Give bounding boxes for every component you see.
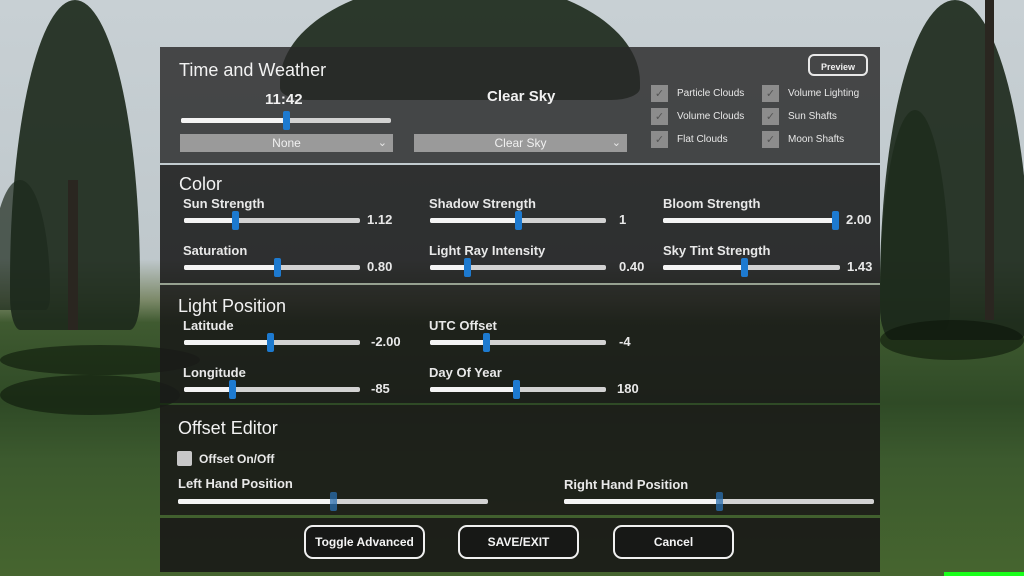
offset-toggle-checkbox[interactable]: Offset On/Off: [177, 451, 274, 466]
slider-value: 1: [619, 212, 627, 227]
section-title: Time and Weather: [179, 60, 327, 80]
dropdown-value: Clear Sky: [494, 136, 547, 150]
section-title: Light Position: [178, 296, 287, 316]
checkbox-label: Sun Shafts: [788, 111, 837, 122]
slider-value: 2.00: [846, 212, 872, 227]
slider-value: 1.12: [367, 212, 393, 227]
checkbox-volume-lighting[interactable]: ✓ Volume Lighting: [762, 85, 859, 102]
bloom-strength-slider[interactable]: [663, 211, 839, 230]
checkbox-label: Particle Clouds: [677, 88, 745, 99]
slider-value: 0.80: [367, 259, 393, 274]
shadow-strength-slider[interactable]: [430, 211, 606, 230]
slider-label: Right Hand Position: [564, 477, 689, 492]
save-exit-button[interactable]: SAVE/EXIT: [458, 525, 579, 559]
slider-label: Sky Tint Strength: [663, 243, 771, 258]
slider-thumb[interactable]: [831, 211, 839, 230]
day-of-year-slider[interactable]: [430, 380, 606, 399]
check-icon[interactable]: ✓: [651, 85, 668, 102]
slider-thumb[interactable]: [232, 211, 240, 230]
check-icon[interactable]: ✓: [762, 108, 779, 125]
section-title: Color: [179, 174, 223, 194]
weather-dropdown[interactable]: Clear Sky ⌄: [414, 134, 627, 152]
checkbox-label: Volume Clouds: [677, 111, 745, 122]
slider-value: -85: [371, 381, 390, 396]
slider-label: Longitude: [183, 365, 246, 380]
checkbox-flat-clouds[interactable]: ✓ Flat Clouds: [651, 131, 728, 148]
slider-thumb[interactable]: [716, 492, 723, 511]
checkbox-moon-shafts[interactable]: ✓ Moon Shafts: [762, 131, 844, 148]
light-position-section: Light Position Latitude -2.00 UTC Offset…: [160, 285, 880, 403]
check-icon[interactable]: ✓: [651, 108, 668, 125]
time-preset-dropdown[interactable]: None ⌄: [180, 134, 393, 152]
cancel-button[interactable]: Cancel: [613, 525, 734, 559]
saturation-slider[interactable]: [184, 258, 360, 277]
check-icon[interactable]: ✓: [762, 85, 779, 102]
utc-offset-slider[interactable]: [430, 333, 606, 352]
time-slider[interactable]: [181, 111, 391, 130]
slider-value: 180: [617, 381, 639, 396]
checkbox-sun-shafts[interactable]: ✓ Sun Shafts: [762, 108, 837, 125]
sun-strength-slider[interactable]: [184, 211, 360, 230]
slider-label: Latitude: [183, 318, 234, 333]
slider-thumb[interactable]: [267, 333, 275, 352]
checkbox-volume-clouds[interactable]: ✓ Volume Clouds: [651, 108, 744, 125]
dropdown-value: None: [272, 136, 301, 150]
tree-shadow: [0, 375, 180, 415]
check-icon[interactable]: ✓: [762, 131, 779, 148]
tree-trunk: [985, 0, 994, 320]
check-icon[interactable]: ✓: [651, 131, 668, 148]
longitude-slider[interactable]: [184, 380, 360, 399]
slider-value: -4: [619, 334, 631, 349]
settings-panel: Time and Weather 11:42 None ⌄ Clear Sky …: [160, 47, 880, 572]
right-hand-position-slider[interactable]: [564, 492, 874, 511]
offset-editor-section: Offset Editor Offset On/Off Left Hand Po…: [160, 405, 880, 515]
footer-bar: Toggle Advanced SAVE/EXIT Cancel: [160, 518, 880, 572]
slider-value: 1.43: [847, 259, 873, 274]
sky-tint-strength-slider[interactable]: [663, 258, 840, 277]
weather-label: Clear Sky: [487, 88, 556, 105]
light-ray-intensity-slider[interactable]: [430, 258, 606, 277]
checkbox-label: Volume Lighting: [788, 88, 860, 99]
preview-button[interactable]: Preview: [808, 54, 868, 76]
slider-thumb[interactable]: [513, 380, 521, 399]
slider-value: 0.40: [619, 259, 645, 274]
slider-thumb[interactable]: [283, 111, 290, 130]
slider-thumb[interactable]: [228, 380, 236, 399]
slider-thumb[interactable]: [274, 258, 282, 277]
latitude-slider[interactable]: [184, 333, 360, 352]
tree-shadow: [880, 320, 1024, 360]
checkbox-label: Offset On/Off: [199, 451, 275, 466]
slider-label: Bloom Strength: [663, 196, 761, 211]
tree-trunk: [68, 180, 78, 330]
slider-label: Day Of Year: [429, 365, 502, 380]
checkbox-particle-clouds[interactable]: ✓ Particle Clouds: [651, 85, 744, 102]
color-section: Color Sun Strength 1.12 Shadow Strength …: [160, 165, 880, 283]
left-hand-position-slider[interactable]: [178, 492, 488, 511]
slider-label: Light Ray Intensity: [429, 243, 546, 258]
time-weather-section: Time and Weather 11:42 None ⌄ Clear Sky …: [160, 47, 880, 163]
slider-label: Shadow Strength: [429, 196, 536, 211]
slider-thumb[interactable]: [483, 333, 491, 352]
slider-label: Saturation: [183, 243, 248, 258]
slider-thumb[interactable]: [741, 258, 749, 277]
status-indicator-bar: [944, 572, 1024, 576]
time-value: 11:42: [265, 91, 303, 108]
chevron-down-icon: ⌄: [377, 137, 387, 149]
slider-label: Sun Strength: [183, 196, 265, 211]
slider-label: Left Hand Position: [178, 476, 293, 491]
slider-thumb[interactable]: [330, 492, 337, 511]
toggle-advanced-button[interactable]: Toggle Advanced: [304, 525, 425, 559]
checkbox-label: Flat Clouds: [677, 134, 728, 145]
checkbox-box[interactable]: [177, 451, 192, 466]
slider-thumb[interactable]: [515, 211, 522, 230]
chevron-down-icon: ⌄: [611, 137, 621, 149]
slider-value: -2.00: [371, 334, 401, 349]
slider-thumb[interactable]: [463, 258, 471, 277]
slider-label: UTC Offset: [429, 318, 497, 333]
section-title: Offset Editor: [178, 418, 278, 438]
checkbox-label: Moon Shafts: [788, 134, 845, 145]
